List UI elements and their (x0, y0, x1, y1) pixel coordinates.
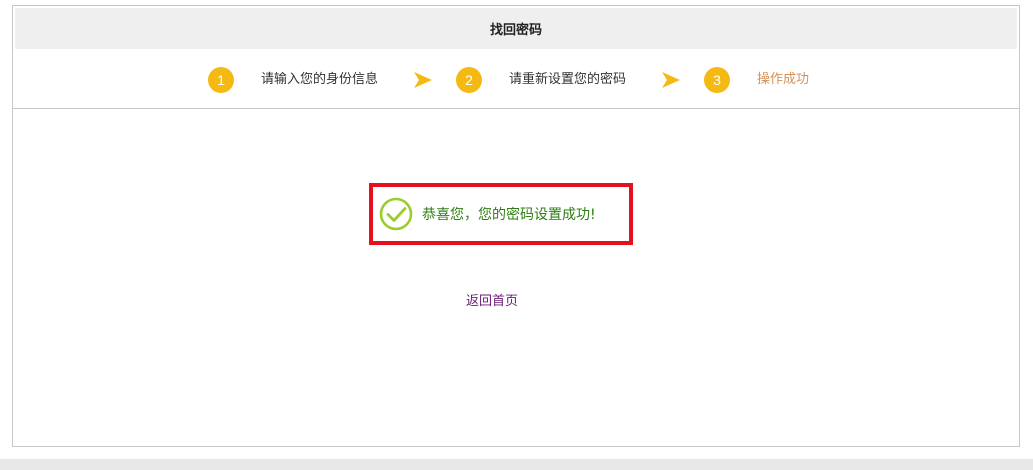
check-circle-icon (379, 197, 413, 231)
success-message: 恭喜您，您的密码设置成功! (422, 207, 596, 223)
step-1-number: 1 (208, 67, 234, 93)
page-title: 找回密码 (15, 8, 1017, 49)
step-progress: 1 请输入您的身份信息 2 请重新设置您的密码 3 操作成功 (13, 49, 1019, 109)
step-2-number: 2 (456, 67, 482, 93)
back-to-home-link[interactable]: 返回首页 (466, 290, 518, 309)
step-1-label: 请输入您的身份信息 (261, 72, 379, 87)
page: 找回密码 1 请输入您的身份信息 2 请重新设置您的密码 3 操作成功 恭喜您，… (0, 0, 1033, 470)
success-message-box: 恭喜您，您的密码设置成功! (369, 183, 633, 245)
step-arrow-icon (414, 72, 432, 88)
bottom-bar (0, 459, 1033, 470)
step-2-label: 请重新设置您的密码 (509, 72, 627, 87)
step-3-label: 操作成功 (757, 72, 810, 87)
step-3-number: 3 (704, 67, 730, 93)
step-arrow-icon (662, 72, 680, 88)
